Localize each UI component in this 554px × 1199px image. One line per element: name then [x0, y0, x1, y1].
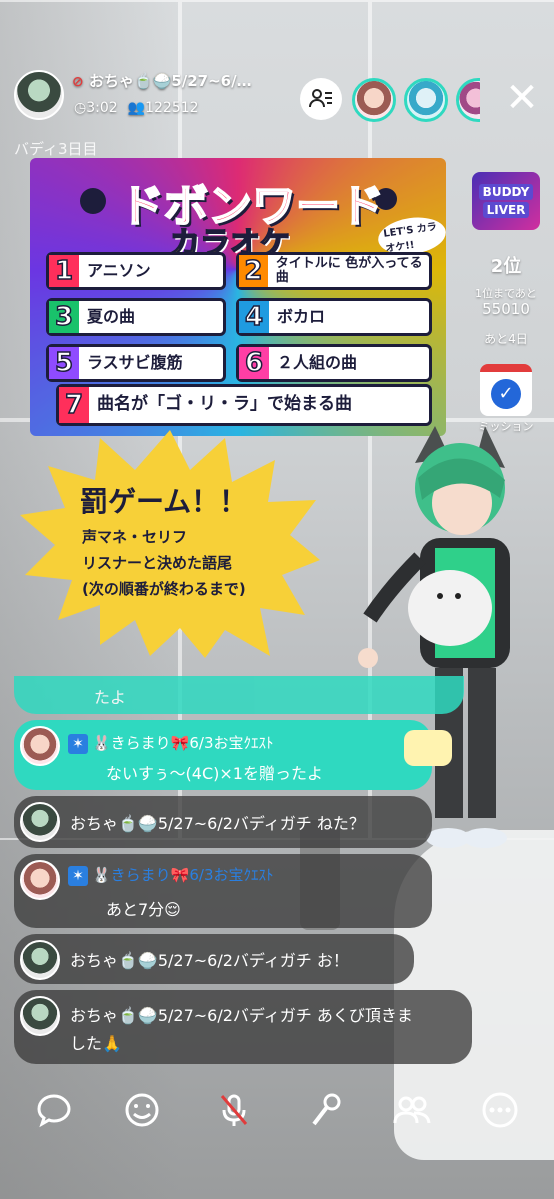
mute-mic-button[interactable] — [214, 1090, 254, 1130]
chat-message: ✶ 🐰きらまり🎀6/3お宝ｸｴｽﾄ あと7分😌 — [14, 854, 432, 928]
viewer-avatar[interactable] — [404, 78, 448, 122]
microphone-icon — [312, 1093, 341, 1126]
badge-icon: ✶ — [68, 866, 88, 886]
stream-time: 3:02 — [86, 100, 118, 116]
banner-item: 4 ボカロ — [236, 298, 432, 336]
penalty-burst: 罰ゲーム！！ 声マネ・セリフ リスナーと決めた語尾 (次の順番が終わるまで) — [20, 430, 320, 658]
check-icon: ✓ — [491, 379, 521, 409]
penalty-line: 声マネ・セリフ — [82, 528, 188, 546]
host-avatar[interactable] — [14, 70, 64, 120]
users-icon — [393, 1096, 431, 1124]
chat-message: おちゃ🍵🍚5/27~6/2バディガチ ねた？ — [14, 796, 432, 848]
chat-gift-message: ✶ 🐰きらまり🎀6/3お宝ｸｴｽﾄ ないすぅ〜(4C)×1を贈ったよ — [14, 720, 452, 790]
karaoke-button[interactable] — [306, 1090, 346, 1130]
chat-avatar[interactable] — [20, 940, 60, 980]
chat-avatar[interactable] — [20, 860, 60, 900]
viewer-avatar[interactable] — [352, 78, 396, 122]
mission-button[interactable]: ✓ — [480, 364, 532, 416]
penalty-title: 罰ゲーム！！ — [80, 485, 248, 518]
chat-avatar[interactable] — [20, 726, 60, 766]
banner-item: 3 夏の曲 — [46, 298, 226, 336]
close-icon: ✕ — [505, 75, 539, 121]
karaoke-banner: ドボンワード カラオケ LET'S カラオケ!! 1 アニソン 2 タイトルに 色が… — [30, 158, 446, 436]
mic-off-icon — [220, 1094, 248, 1126]
emoji-icon — [125, 1093, 159, 1127]
chat-avatar[interactable] — [20, 996, 60, 1036]
chat-message: たよ — [14, 676, 464, 714]
chat-avatar[interactable] — [20, 802, 60, 842]
chat-message: おちゃ🍵🍚5/27~6/2バディガチ あくび頂きま した🙏 — [14, 990, 472, 1064]
close-button[interactable]: ✕ — [500, 78, 544, 122]
collab-button[interactable] — [392, 1090, 432, 1130]
listener-count: 122512 — [145, 100, 199, 116]
rank-value: 2位 — [490, 256, 522, 277]
host-stats: ◷3:02 👥122512 — [74, 100, 199, 116]
user-list-icon — [309, 89, 332, 108]
listeners-icon: 👥 — [127, 100, 146, 116]
comment-icon — [37, 1094, 71, 1128]
more-icon — [482, 1092, 518, 1128]
emote-button[interactable] — [122, 1090, 162, 1130]
host-name: おちゃ🍵🍚5/27~6/… — [88, 72, 252, 90]
buddy-liver-logo[interactable]: BUDDY LIVER — [472, 172, 540, 230]
days-left: あと4日 — [484, 332, 528, 346]
clock-icon: ◷ — [74, 100, 87, 116]
host-name-row[interactable]: ⊘ おちゃ🍵🍚5/27~6/… — [72, 70, 252, 91]
penalty-line: (次の順番が終わるまで) — [82, 580, 246, 598]
bottom-toolbar — [0, 1080, 554, 1140]
comment-button[interactable] — [34, 1090, 74, 1130]
banner-item: 1 アニソン — [46, 252, 226, 290]
banner-item: 2 タイトルに 色が入ってる曲 — [236, 252, 432, 290]
buddy-day-label: バディ3日目 — [14, 140, 98, 158]
microphone-icon — [80, 188, 106, 214]
to-first-points: 55010 — [482, 300, 530, 318]
more-button[interactable] — [480, 1090, 520, 1130]
mic-off-icon: ⊘ — [72, 74, 84, 90]
banner-item: 6 ２人組の曲 — [236, 344, 432, 382]
gift-sticker-icon — [404, 730, 452, 766]
listener-list-button[interactable] — [300, 78, 342, 120]
badge-icon: ✶ — [68, 734, 88, 754]
chat-message: おちゃ🍵🍚5/27~6/2バディガチ お！ — [14, 934, 414, 984]
viewer-avatar[interactable] — [456, 78, 480, 122]
to-first-label: 1位まであと — [475, 287, 537, 300]
penalty-line: リスナーと決めた語尾 — [82, 554, 233, 572]
banner-item: 5 ラスサビ腹筋 — [46, 344, 226, 382]
top-bar: ⊘ おちゃ🍵🍚5/27~6/… ◷3:02 👥122512 ✕ — [0, 60, 554, 140]
